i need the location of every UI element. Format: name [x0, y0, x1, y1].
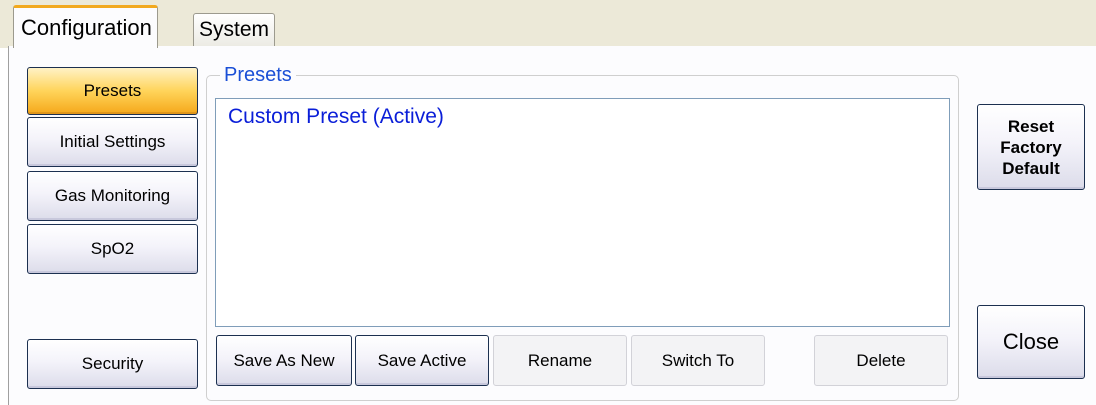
tab-system-label: System [199, 18, 270, 41]
sidebar-item-initial-settings[interactable]: Initial Settings [27, 117, 198, 167]
switch-to-button[interactable]: Switch To [631, 335, 765, 386]
sidebar-item-gas-monitoring[interactable]: Gas Monitoring [27, 171, 198, 221]
delete-button[interactable]: Delete [814, 335, 948, 386]
reset-line-3: Default [1002, 158, 1060, 178]
reset-factory-default-button[interactable]: Reset Factory Default [977, 104, 1085, 190]
sidebar-item-label: Initial Settings [59, 132, 166, 151]
reset-line-2: Factory [1000, 137, 1062, 157]
presets-group-title: Presets [220, 63, 296, 87]
close-button-label: Close [1002, 329, 1060, 354]
tab-system[interactable]: System [193, 13, 276, 46]
save-as-new-button[interactable]: Save As New [216, 335, 352, 386]
sidebar-item-label: Gas Monitoring [54, 186, 171, 205]
security-button-label: Security [81, 354, 144, 373]
security-button[interactable]: Security [27, 339, 198, 389]
configuration-window: Configuration System Presets Initial Set… [0, 0, 1096, 405]
tab-strip: Configuration System [0, 0, 1096, 48]
rename-button[interactable]: Rename [493, 335, 627, 386]
save-as-new-label: Save As New [233, 350, 335, 370]
sidebar-item-label: Presets [83, 81, 142, 100]
tab-configuration-label: Configuration [21, 15, 152, 40]
reset-line-1: Reset [1007, 116, 1055, 136]
sidebar-item-spo2[interactable]: SpO2 [27, 224, 198, 274]
save-active-button[interactable]: Save Active [355, 335, 489, 386]
rename-label: Rename [527, 350, 593, 370]
presets-list[interactable]: Custom Preset (Active) [215, 98, 950, 327]
switch-to-label: Switch To [661, 350, 735, 370]
save-active-label: Save Active [377, 350, 467, 370]
sidebar-item-presets[interactable]: Presets [27, 67, 198, 115]
list-item[interactable]: Custom Preset (Active) [228, 104, 444, 130]
tab-configuration[interactable]: Configuration [13, 5, 158, 48]
sidebar-item-label: SpO2 [90, 239, 135, 258]
delete-label: Delete [856, 350, 906, 370]
close-button[interactable]: Close [977, 305, 1085, 379]
